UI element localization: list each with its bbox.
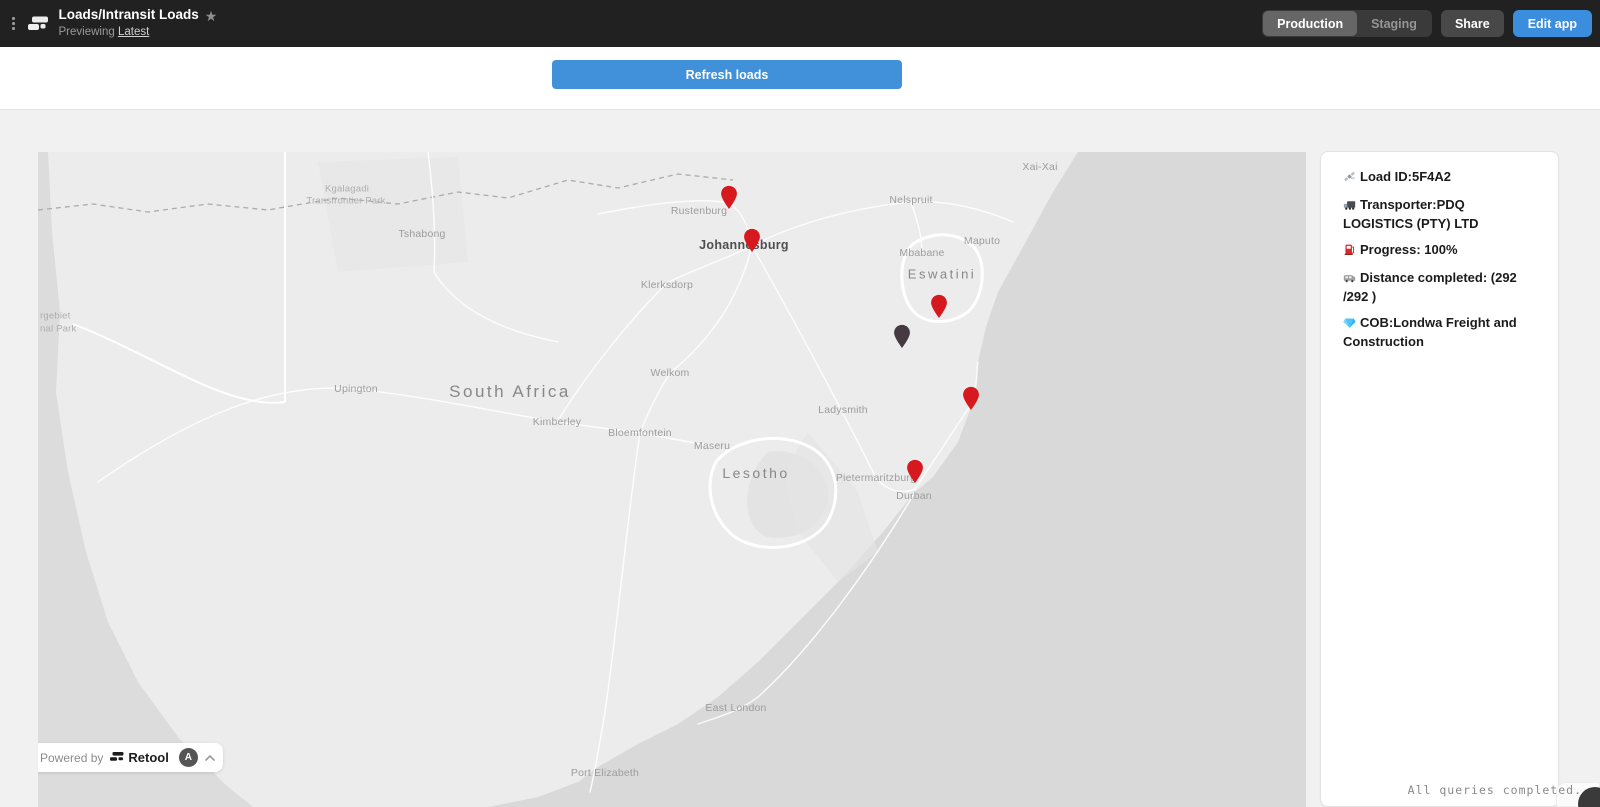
detail-text: Load ID:5F4A2	[1360, 169, 1451, 184]
map-label: Ladysmith	[818, 404, 868, 416]
detail-text: COB:Londwa Freight and Construction	[1343, 315, 1517, 349]
env-production-tab[interactable]: Production	[1263, 11, 1357, 36]
map-label: Pietermaritzburg	[836, 472, 916, 484]
detail-item: Progress: 100%	[1343, 241, 1538, 260]
map-label: Xai-Xai	[1022, 161, 1057, 173]
query-status-message: All queries completed.	[1408, 783, 1582, 797]
retool-mark-icon	[110, 749, 124, 767]
map-label: East London	[705, 702, 766, 714]
app-header: Loads/Intransit Loads ★ Previewing Lates…	[0, 0, 1600, 47]
retool-logo-icon[interactable]	[27, 16, 49, 31]
map-label: Maputo	[964, 235, 1000, 247]
detail-text: Distance completed: (292 /292 )	[1343, 270, 1517, 304]
satellite-icon	[1343, 170, 1356, 187]
refresh-loads-button[interactable]: Refresh loads	[552, 60, 902, 89]
chevron-up-icon[interactable]	[205, 755, 215, 761]
map-label: Kimberley	[533, 416, 581, 428]
map-label: Maseru	[694, 440, 730, 452]
map-pin[interactable]	[930, 294, 949, 324]
map-pin[interactable]	[720, 185, 739, 215]
map-label: Mbabane	[899, 247, 944, 259]
map-pin[interactable]	[743, 228, 762, 258]
map-pin[interactable]	[906, 459, 925, 489]
map-label: Lesotho	[722, 465, 789, 481]
van-icon	[1343, 271, 1356, 288]
detail-item: COB:Londwa Freight and Construction	[1343, 314, 1538, 350]
map-label: South Africa	[449, 382, 571, 402]
map-pin[interactable]	[962, 386, 981, 416]
map-pin[interactable]	[893, 324, 912, 354]
detail-text: Transporter:PDQ LOGISTICS (PTY) LTD	[1343, 197, 1479, 231]
edit-app-button[interactable]: Edit app	[1513, 10, 1592, 37]
detail-text: Progress: 100%	[1360, 242, 1458, 257]
map-label: Durban	[896, 490, 932, 502]
kebab-menu-icon[interactable]	[8, 11, 19, 36]
detail-item: Transporter:PDQ LOGISTICS (PTY) LTD	[1343, 196, 1538, 232]
page-title: Loads/Intransit Loads	[59, 7, 199, 24]
favorite-star-icon[interactable]: ★	[205, 9, 218, 23]
toolbar-band: Refresh loads	[0, 47, 1600, 110]
map-label: Tshabong	[398, 228, 445, 240]
map-label: Welkom	[651, 367, 690, 379]
map-label: Port Elizabeth	[571, 767, 639, 779]
basemap	[38, 152, 1306, 807]
load-details-panel: Load ID:5F4A2 Transporter:PDQ LOGISTICS (…	[1320, 151, 1559, 807]
map-label: Nelspruit	[889, 194, 932, 206]
map-label: Kgalagadi	[325, 184, 369, 195]
env-staging-tab[interactable]: Staging	[1357, 11, 1431, 36]
gem-icon	[1343, 316, 1356, 333]
fuel-pump-icon	[1343, 243, 1356, 260]
truck-icon	[1343, 198, 1356, 215]
retool-brand-label: Retool	[128, 750, 168, 765]
map-label: Klerksdorp	[641, 279, 693, 291]
map-canvas[interactable]: KgalagadiTransfrontier Park Tshabong rgebi…	[38, 152, 1306, 807]
preview-status: Previewing Latest	[59, 25, 218, 39]
powered-by-label: Powered by	[40, 751, 103, 765]
detail-item: Load ID:5F4A2	[1343, 168, 1538, 187]
map-label: nal Park	[40, 324, 76, 335]
map-label: Bloemfontein	[608, 427, 672, 439]
map-label: rgebiet	[40, 311, 70, 322]
latest-version-link[interactable]: Latest	[118, 26, 149, 38]
map-label: Upington	[334, 383, 378, 395]
powered-by-badge: Powered by Retool A	[38, 743, 223, 772]
avatar[interactable]: A	[179, 748, 198, 767]
share-button[interactable]: Share	[1441, 10, 1504, 37]
map-label: Eswatini	[908, 267, 976, 282]
environment-toggle: Production Staging	[1262, 10, 1432, 37]
detail-item: Distance completed: (292 /292 )	[1343, 269, 1538, 305]
map-label: Transfrontier Park	[306, 196, 385, 207]
